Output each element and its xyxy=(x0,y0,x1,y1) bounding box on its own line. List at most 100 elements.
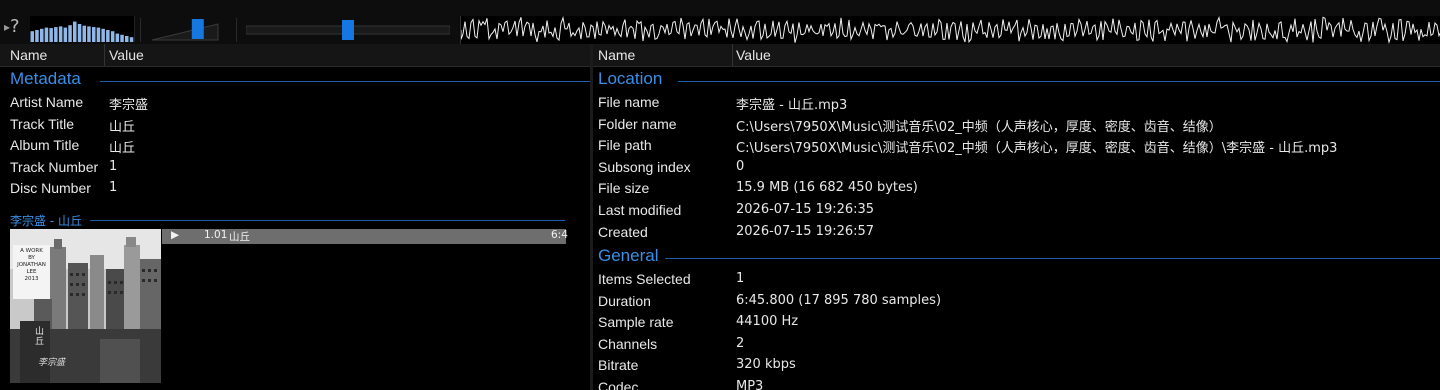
property-row-channels[interactable]: Channels 2 xyxy=(593,334,1440,356)
row-key: Last modified xyxy=(598,202,682,218)
row-key: Disc Number xyxy=(10,180,91,197)
spectrum-bar xyxy=(120,34,124,42)
row-value: 320 kbps xyxy=(736,357,796,373)
row-value: 山丘 xyxy=(109,141,136,157)
column-name-header[interactable]: Name xyxy=(10,47,47,63)
property-row-bitrate[interactable]: Bitrate 320 kbps xyxy=(593,355,1440,377)
column-divider[interactable] xyxy=(104,44,105,66)
spectrum-bar xyxy=(54,27,58,42)
spectrum-bar xyxy=(125,36,129,42)
column-value-header[interactable]: Value xyxy=(109,47,144,63)
row-value: 山丘 xyxy=(109,119,136,135)
properties-pane: Name Value Location File name 李宗盛 - 山丘.m… xyxy=(593,44,1440,390)
property-row-folder-name[interactable]: Folder name C:\Users\7950X\Music\测试音乐\02… xyxy=(593,114,1440,136)
row-key: Sample rate xyxy=(598,314,674,331)
group-divider xyxy=(678,81,1440,82)
column-value-header[interactable]: Value xyxy=(736,47,771,63)
property-row-subsong-index[interactable]: Subsong index 0 xyxy=(593,157,1440,179)
row-key: File path xyxy=(598,137,652,154)
spectrum-bar xyxy=(35,30,39,42)
row-value: 6:45.800 (17 895 780 samples) xyxy=(736,292,942,308)
spectrum-bar xyxy=(40,28,44,42)
seek-slider[interactable] xyxy=(245,18,451,42)
row-key: Bitrate xyxy=(598,357,639,374)
spectrum-bar xyxy=(82,25,86,42)
playlist-row[interactable]: ▶ 1.01 山丘 6:4 xyxy=(162,229,568,244)
group-metadata-title: Metadata xyxy=(10,69,81,88)
row-key: Created xyxy=(598,223,648,240)
help-icon[interactable]: ▸? xyxy=(4,16,20,37)
spectrum-bar xyxy=(77,24,82,42)
seek-slider-thumb[interactable] xyxy=(342,20,354,40)
toolbar-separator xyxy=(236,18,237,42)
property-row-last-modified[interactable]: Last modified 2026-07-15 19:26:35 xyxy=(593,200,1440,222)
row-key: File size xyxy=(598,180,650,197)
track-title: 山丘 xyxy=(229,231,250,243)
property-row-codec[interactable]: Codec MP3 xyxy=(593,377,1440,390)
spectrum-bar xyxy=(49,28,53,42)
help-label: ? xyxy=(10,16,20,37)
metadata-row-disc-number[interactable]: Disc Number 1 xyxy=(0,178,590,200)
spectrum-bars xyxy=(30,21,134,42)
metadata-row-track-title[interactable]: Track Title 山丘 xyxy=(0,114,590,136)
toolbar: ▸? xyxy=(0,0,1440,45)
row-value: 15.9 MB (16 682 450 bytes) xyxy=(736,180,918,196)
row-key: Track Title xyxy=(10,115,75,132)
property-row-file-path[interactable]: File path C:\Users\7950X\Music\测试音乐\02_中… xyxy=(593,135,1440,157)
group-divider xyxy=(100,81,590,82)
metadata-row-artist[interactable]: Artist Name 李宗盛 xyxy=(0,92,590,114)
row-value: 2026-07-15 19:26:35 xyxy=(736,202,875,217)
row-key: Folder name xyxy=(598,115,677,132)
row-key: Channels xyxy=(598,335,658,352)
row-key: Track Number xyxy=(10,158,99,175)
volume-slider-thumb[interactable] xyxy=(191,19,204,39)
cover-title-card: A WORK BY JONATHAN LEE 2013 xyxy=(13,248,50,283)
property-row-duration[interactable]: Duration 6:45.800 (17 895 780 samples) xyxy=(593,291,1440,313)
column-name-header[interactable]: Name xyxy=(598,47,635,63)
column-header: Name Value xyxy=(0,44,590,67)
cover-signature: 李宗盛 xyxy=(38,358,66,368)
spectrum-bar xyxy=(92,27,96,42)
row-value: C:\Users\7950X\Music\测试音乐\02_中频（人声核心，厚度、… xyxy=(736,141,1338,157)
cover-line: BY xyxy=(28,255,35,261)
group-location: Location xyxy=(593,69,1440,93)
metadata-row-track-number[interactable]: Track Number 1 xyxy=(0,157,590,179)
row-value: C:\Users\7950X\Music\测试音乐\02_中频（人声核心，厚度、… xyxy=(736,119,1222,135)
group-general-title: General xyxy=(598,246,659,265)
spectrum-bar xyxy=(129,37,134,42)
track-duration: 6:4 xyxy=(551,229,568,241)
spectrum-bar xyxy=(73,21,77,42)
album-group-divider xyxy=(90,220,565,221)
property-row-sample-rate[interactable]: Sample rate 44100 Hz xyxy=(593,312,1440,334)
property-row-created[interactable]: Created 2026-07-15 19:26:57 xyxy=(593,222,1440,244)
spectrum-bar xyxy=(87,26,91,42)
spectrum-bar xyxy=(63,27,68,42)
volume-slider[interactable] xyxy=(150,18,220,42)
row-value: 1 xyxy=(109,158,118,174)
property-row-file-name[interactable]: File name 李宗盛 - 山丘.mp3 xyxy=(593,92,1440,114)
property-row-file-size[interactable]: File size 15.9 MB (16 682 450 bytes) xyxy=(593,178,1440,200)
cover-line: LEE xyxy=(26,269,37,275)
metadata-row-album-title[interactable]: Album Title 山丘 xyxy=(0,135,590,157)
row-key: Codec xyxy=(598,379,639,390)
waveform-seekbar[interactable] xyxy=(460,15,1440,45)
property-row-items-selected[interactable]: Items Selected 1 xyxy=(593,269,1440,291)
row-key: File name xyxy=(598,94,660,110)
group-general: General xyxy=(593,246,1440,270)
group-divider xyxy=(665,258,1440,259)
cover-line: A WORK xyxy=(20,248,43,254)
row-value: 2026-07-15 19:26:57 xyxy=(736,223,875,239)
spectrum-bar xyxy=(58,26,63,42)
cover-line: 2013 xyxy=(24,276,39,282)
spectrum-bar xyxy=(115,33,120,42)
row-value: MP3 xyxy=(736,379,764,390)
spectrum-bar xyxy=(101,28,105,42)
row-key: Items Selected xyxy=(598,271,691,287)
album-group-title[interactable]: 李宗盛 - 山丘 xyxy=(10,212,82,229)
column-divider[interactable] xyxy=(732,44,733,66)
spectrum-bar xyxy=(30,31,34,42)
album-cover-image[interactable]: A WORK BY JONATHAN LEE 2013 山丘 李宗盛 xyxy=(10,229,161,383)
row-value: 李宗盛 - 山丘.mp3 xyxy=(736,98,848,113)
spectrum-visualizer xyxy=(30,16,135,42)
row-key: Subsong index xyxy=(598,158,691,175)
